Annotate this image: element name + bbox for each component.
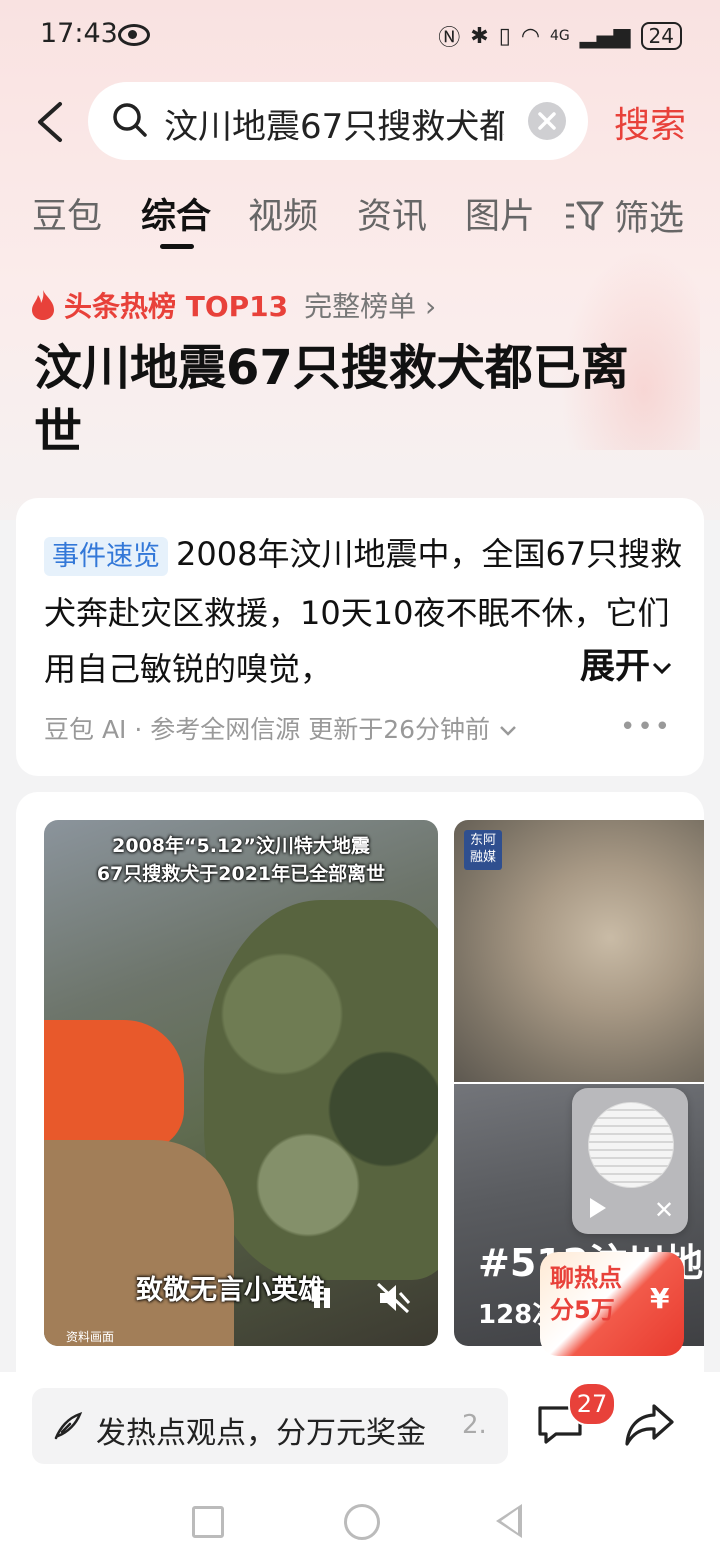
event-badge: 事件速览 <box>44 537 168 576</box>
meta-chevron-icon[interactable] <box>498 722 518 738</box>
filter-icon <box>566 201 604 230</box>
mini-player-thumbnail <box>588 1102 674 1188</box>
caption-line-2: 67只搜救犬于2021年已全部离世 <box>96 863 386 885</box>
status-bar: 17:43 Ⓝ ✱ ▯ ◠ 4G ▂▄▆ 24 <box>0 0 720 70</box>
eye-icon <box>118 24 150 46</box>
caption-line-1: 2008年“5.12”汶川特大地震 <box>112 835 370 857</box>
comment-placeholder: 发热点观点，分万元奖金 <box>96 1416 426 1451</box>
home-icon[interactable] <box>344 1504 380 1540</box>
back-arrow-icon[interactable] <box>32 100 72 144</box>
meta-text: 豆包 AI · 参考全网信源 更新于26分钟前 <box>44 715 491 744</box>
video-subtitle: 致敬无言小英雄 <box>136 1275 325 1306</box>
video-frame-soldier <box>204 900 438 1280</box>
video-frame-dog <box>44 1140 234 1346</box>
expand-label: 展开 <box>579 647 650 687</box>
mute-icon[interactable] <box>376 1280 412 1316</box>
tab-overview[interactable]: 综合 <box>141 188 211 239</box>
vibrate-icon: ▯ <box>498 23 511 49</box>
comment-input[interactable]: 发热点观点，分万元奖金 2. <box>32 1388 508 1464</box>
battery-icon: 24 <box>640 22 682 50</box>
bluetooth-icon: ✱ <box>470 23 489 49</box>
promo-line-1: 聊热点 <box>550 1264 622 1292</box>
signal-icon: ▂▄▆ <box>579 23 631 49</box>
active-tab-indicator <box>160 244 194 249</box>
flame-icon <box>32 290 54 320</box>
hot-list-row[interactable]: 头条热榜 TOP13 完整榜单 › <box>30 285 436 325</box>
comment-count-badge: 27 <box>568 1382 616 1426</box>
pen-icon <box>54 1411 83 1440</box>
recent-apps-icon[interactable] <box>192 1506 224 1538</box>
signal-label: 4G <box>550 28 570 44</box>
media-logo: 东阿融媒 <box>464 830 502 870</box>
filter-label: 筛选 <box>614 199 685 239</box>
video-frame-dog-vest <box>44 1020 184 1150</box>
system-nav-bar <box>0 1476 720 1560</box>
status-icons: Ⓝ ✱ ▯ ◠ 4G ▂▄▆ 24 <box>438 20 682 52</box>
event-summary-card[interactable]: 事件速览 2008年汶川地震中，全国67只搜救犬奔赴灾区救援，10天10夜不眠不休… <box>16 498 704 776</box>
video-caption: 2008年“5.12”汶川特大地震 67只搜救犬于2021年已全部离世 <box>56 832 426 888</box>
promo-sticker[interactable]: 聊热点 分5万 ¥ <box>540 1238 684 1356</box>
comment-placeholder-tail: 2. <box>462 1410 487 1440</box>
page-title: 汶川地震67只搜救犬都已离世 <box>34 340 629 460</box>
wifi-icon: ◠ <box>520 23 541 49</box>
comment-bar: 发热点观点，分万元奖金 2. 27 <box>0 1372 720 1476</box>
expand-button[interactable]: 展开 <box>533 638 674 689</box>
tab-images[interactable]: 图片 <box>465 188 535 239</box>
play-icon[interactable] <box>590 1198 606 1218</box>
floating-mini-player[interactable]: ✕ <box>572 1088 688 1234</box>
side-video-top[interactable]: 东阿融媒 <box>454 820 704 1082</box>
hot-rank-tag: 头条热榜 TOP13 <box>64 290 289 323</box>
yen-icon: ¥ <box>650 1282 670 1315</box>
search-input[interactable]: 汶川地震67只搜救犬都已离世 <box>88 82 588 160</box>
clear-icon[interactable] <box>528 102 566 140</box>
pause-icon[interactable] <box>312 1288 332 1308</box>
tab-news[interactable]: 资讯 <box>357 188 427 239</box>
full-list-link[interactable]: 完整榜单 › <box>304 285 436 325</box>
tab-doubao[interactable]: 豆包 <box>32 188 102 239</box>
summary-meta: 豆包 AI · 参考全网信源 更新于26分钟前 <box>44 710 518 746</box>
nfc-icon: Ⓝ <box>438 26 461 51</box>
tab-video[interactable]: 视频 <box>248 188 318 239</box>
search-icon <box>113 103 147 137</box>
promo-text: 聊热点 分5万 <box>550 1262 622 1326</box>
status-time: 17:43 <box>40 18 118 49</box>
close-icon[interactable]: ✕ <box>654 1196 674 1224</box>
more-options-icon[interactable]: ••• <box>620 712 672 742</box>
promo-line-2: 分5万 <box>550 1296 615 1324</box>
chevron-down-icon <box>652 662 672 675</box>
filter-button[interactable]: 筛选 <box>564 190 684 241</box>
nav-back-icon[interactable] <box>496 1504 522 1538</box>
video-watermark: 资料画面 <box>66 1330 115 1344</box>
search-query[interactable]: 汶川地震67只搜救犬都已离世 <box>164 99 504 148</box>
main-video[interactable]: 2008年“5.12”汶川特大地震 67只搜救犬于2021年已全部离世 致敬无言… <box>44 820 438 1346</box>
search-button[interactable]: 搜索 <box>614 96 686 148</box>
share-icon[interactable] <box>624 1402 676 1448</box>
